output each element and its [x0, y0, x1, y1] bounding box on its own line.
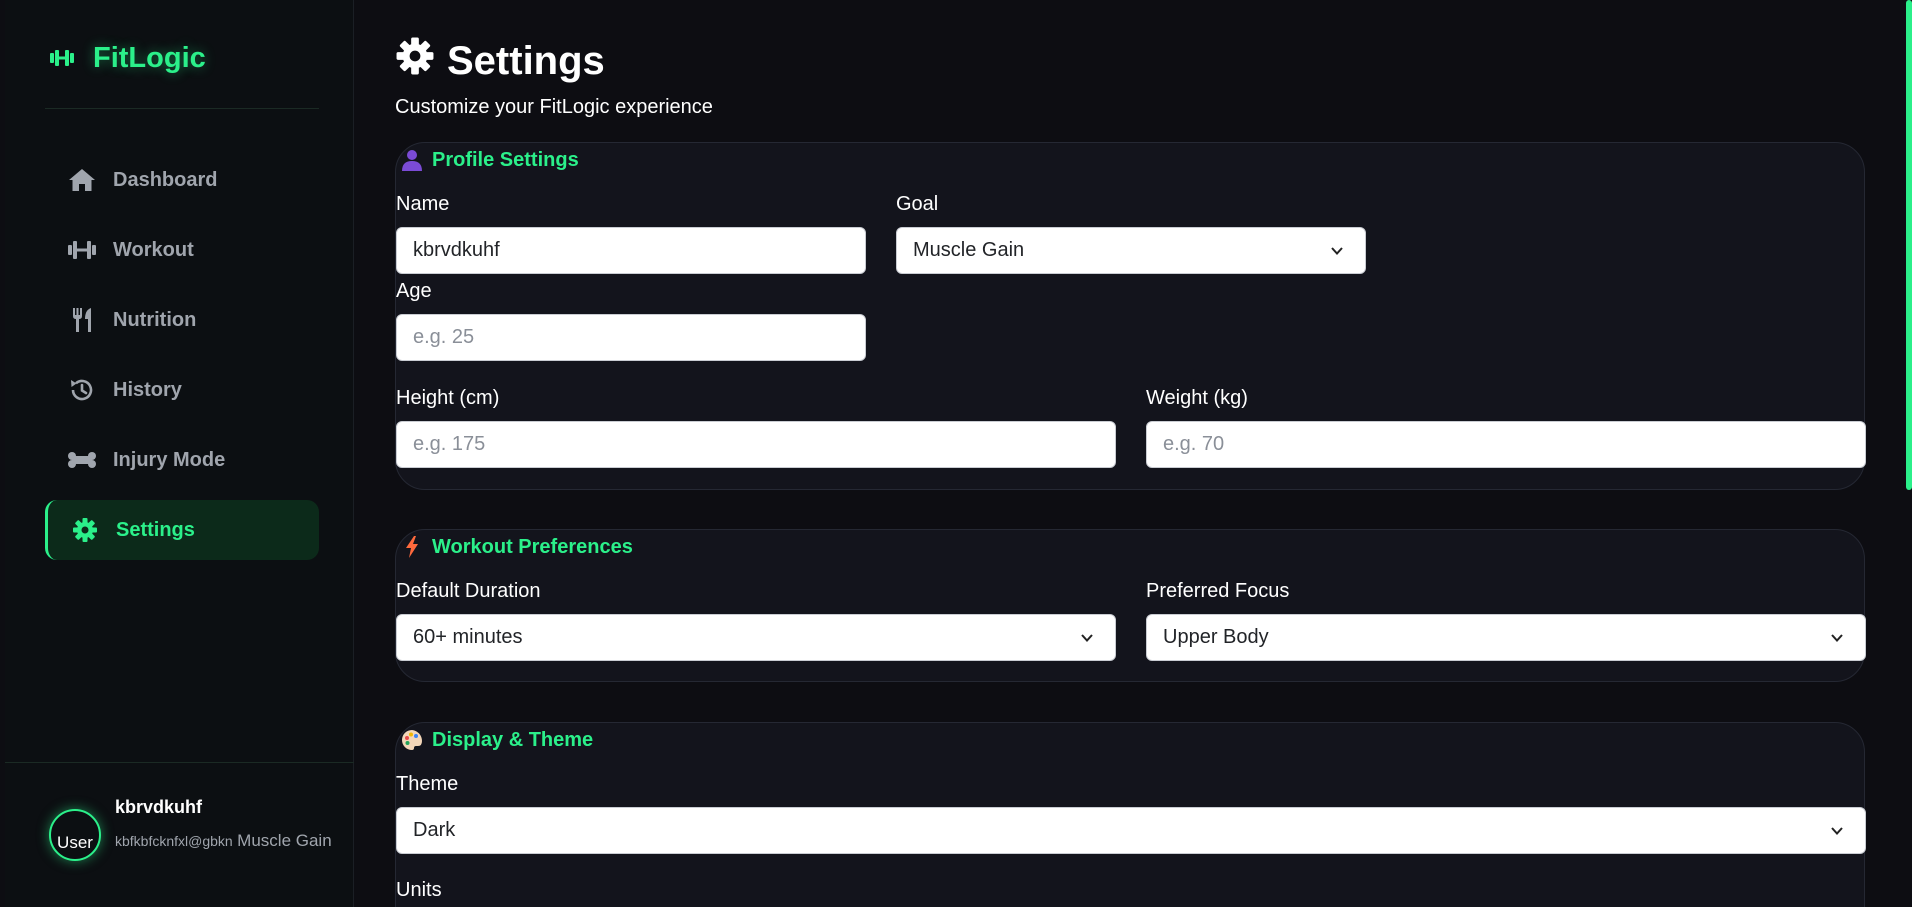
- weight-label: Weight (kg): [1146, 387, 1248, 409]
- home-icon: [67, 165, 97, 195]
- sidebar-item-dashboard[interactable]: Dashboard: [45, 150, 319, 210]
- lightning-icon: [400, 535, 424, 559]
- chevron-down-icon: [1327, 241, 1347, 261]
- brand-name: FitLogic: [93, 41, 206, 74]
- sidebar-item-nutrition[interactable]: Nutrition: [45, 290, 319, 350]
- avatar[interactable]: User: [49, 809, 101, 861]
- sidebar-footer-divider: [5, 762, 354, 763]
- sidebar-item-label: Dashboard: [113, 168, 218, 191]
- bone-icon: [67, 445, 97, 475]
- main-content: Settings Customize your FitLogic experie…: [395, 0, 1866, 907]
- sidebar-item-injury-mode[interactable]: Injury Mode: [45, 430, 319, 490]
- brand-logo[interactable]: FitLogic: [45, 38, 206, 78]
- card-title: Workout Preferences: [400, 532, 633, 562]
- chevron-down-icon: [1077, 628, 1097, 648]
- user-email: kbfkbfcknfxl@gbkn: [115, 833, 233, 849]
- user-details: kbfkbfcknfxl@gbkn Muscle Gain: [115, 826, 345, 856]
- card-title-text: Workout Preferences: [432, 535, 633, 558]
- chevron-down-icon: [1827, 628, 1847, 648]
- default-duration-select[interactable]: 60+ minutes: [396, 614, 1116, 661]
- theme-select-value: Dark: [413, 819, 456, 841]
- page-title-text: Settings: [447, 38, 605, 83]
- theme-select[interactable]: Dark: [396, 807, 1866, 854]
- dumbbell-icon: [67, 235, 97, 265]
- user-icon: [400, 148, 424, 172]
- display-theme-card: Display & Theme Theme Dark Units: [395, 722, 1866, 907]
- preferred-focus-value: Upper Body: [1163, 626, 1269, 648]
- user-name: kbrvdkuhf: [115, 797, 203, 817]
- preferred-focus-select[interactable]: Upper Body: [1146, 614, 1866, 661]
- default-duration-label: Default Duration: [396, 580, 541, 602]
- goal-select-value: Muscle Gain: [913, 239, 1025, 261]
- card-title-text: Profile Settings: [432, 148, 579, 171]
- palette-icon: [400, 728, 424, 752]
- theme-label: Theme: [396, 773, 459, 795]
- sidebar-item-label: Injury Mode: [113, 448, 226, 471]
- sidebar: FitLogic Dashboard Workout Nutrition His…: [5, 0, 354, 907]
- gear-icon: [395, 36, 435, 86]
- height-input[interactable]: e.g. 175: [396, 421, 1116, 468]
- page-title: Settings: [395, 36, 605, 86]
- sidebar-divider: [45, 108, 319, 109]
- card-title: Profile Settings: [400, 145, 579, 175]
- units-label: Units: [396, 879, 442, 901]
- sidebar-item-label: Nutrition: [113, 308, 197, 331]
- user-goal: Muscle Gain: [237, 831, 332, 850]
- page-scrollbar[interactable]: [1906, 0, 1912, 490]
- card-title: Display & Theme: [400, 725, 593, 755]
- goal-select[interactable]: Muscle Gain: [896, 227, 1366, 274]
- utensils-icon: [67, 305, 97, 335]
- default-duration-value: 60+ minutes: [413, 626, 523, 648]
- goal-label: Goal: [896, 193, 939, 215]
- weight-input[interactable]: e.g. 70: [1146, 421, 1866, 468]
- sidebar-item-label: History: [113, 378, 182, 401]
- sidebar-item-settings[interactable]: Settings: [45, 500, 319, 560]
- gear-icon: [70, 515, 100, 545]
- sidebar-nav: Dashboard Workout Nutrition History Inju…: [45, 150, 319, 570]
- profile-settings-card: Profile Settings Name kbrvdkuhf Goal Mus…: [395, 142, 1866, 490]
- dumbbell-logo-icon: [45, 41, 79, 75]
- avatar-alt-text: User: [57, 833, 93, 852]
- name-input[interactable]: kbrvdkuhf: [396, 227, 866, 274]
- page-subtitle: Customize your FitLogic experience: [395, 96, 713, 118]
- age-input[interactable]: e.g. 25: [396, 314, 866, 361]
- age-label: Age: [396, 280, 432, 302]
- sidebar-item-label: Workout: [113, 238, 194, 261]
- sidebar-item-history[interactable]: History: [45, 360, 319, 420]
- height-label: Height (cm): [396, 387, 500, 409]
- card-title-text: Display & Theme: [432, 728, 594, 751]
- chevron-down-icon: [1827, 821, 1847, 841]
- workout-preferences-card: Workout Preferences Default Duration 60+…: [395, 529, 1866, 682]
- name-label: Name: [396, 193, 450, 215]
- sidebar-item-label: Settings: [116, 518, 195, 541]
- history-icon: [67, 375, 97, 405]
- preferred-focus-label: Preferred Focus: [1146, 580, 1290, 602]
- sidebar-item-workout[interactable]: Workout: [45, 220, 319, 280]
